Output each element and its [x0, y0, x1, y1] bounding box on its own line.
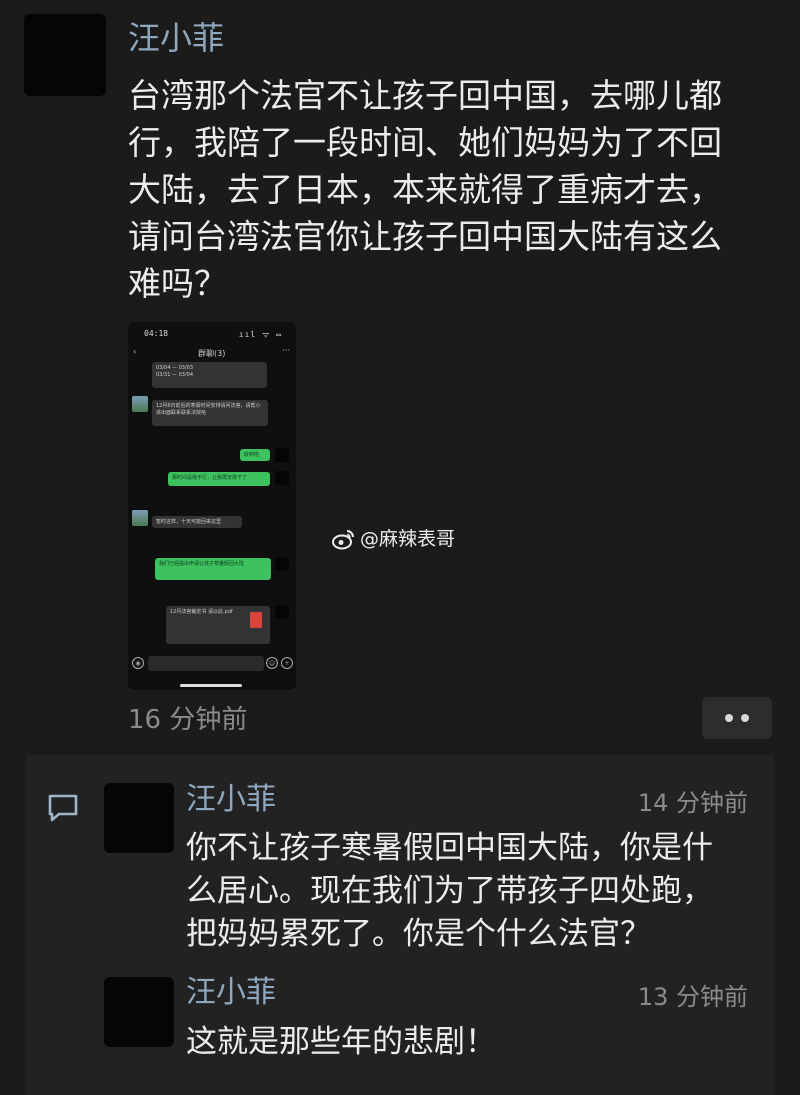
reply-avatar[interactable] [104, 783, 174, 853]
reply-line: 这就是那些年的悲剧！ [186, 1024, 496, 1060]
comment-bubble-icon [48, 794, 78, 822]
phone-status-bar: 04:18 ııl ᯤ ▭ [128, 322, 296, 344]
reply-author[interactable]: 汪小菲 [186, 973, 276, 1013]
chat-message: 我们已经提出申请让孩子寒暑假回大陆 [155, 558, 271, 580]
home-indicator [180, 684, 242, 687]
watermark: @麻辣表哥 [360, 528, 456, 550]
post-line: 大陆，去了日本，本来就得了重病才去， [128, 170, 722, 209]
post-line: 请问台湾法官你让孩子回中国大陆有这么 [128, 217, 722, 256]
chat-message: 12月6日前后的寒假时间安排请问法官，请帮小孩出面联系联系法院哈 [152, 400, 268, 426]
chat-title: 群聊(3) [198, 349, 226, 358]
attached-screenshot[interactable]: 04:18 ııl ᯤ ▭ ‹ 群聊(3) ··· 03/04 — 03/03 … [128, 322, 296, 690]
post-line: 难吗？ [128, 264, 227, 303]
plus-icon: + [281, 657, 293, 669]
back-icon: ‹ [133, 347, 137, 356]
reply-line: 把妈妈累死了。你是个什么法官？ [186, 916, 651, 952]
post-line: 台湾那个法官不让孩子回中国，去哪儿都 [128, 76, 722, 115]
emoji-icon: ☺ [266, 657, 278, 669]
reply-avatar[interactable] [104, 977, 174, 1047]
post-timestamp: 16 分钟前 [128, 705, 248, 735]
author-name[interactable]: 汪小菲 [128, 18, 224, 58]
phone-clock: 04:18 [144, 329, 169, 338]
contact-avatar [132, 510, 148, 526]
pdf-file-icon [250, 612, 262, 628]
chat-message: 03/04 — 03/03 03/31 — 03/04 [152, 362, 267, 388]
reply-line: 你不让孩子寒暑假回中国大陆，你是什 [186, 830, 713, 866]
more-dots-icon [741, 714, 749, 722]
voice-icon: ◉ [132, 657, 144, 669]
self-avatar [275, 557, 289, 571]
chat-title-bar: ‹ 群聊(3) ··· [128, 344, 296, 362]
reply-line: 么居心。现在我们为了带孩子四处跑， [186, 873, 713, 909]
author-avatar[interactable] [24, 14, 106, 96]
chat-more-icon: ··· [282, 346, 290, 355]
chat-timestamp: · [156, 394, 158, 399]
chat-message: 收到啦 [240, 449, 270, 461]
self-avatar [275, 471, 289, 485]
chat-message: 那时间是我不行，让我再安排下了 [168, 472, 270, 486]
reply-timestamp: 13 分钟前 [637, 983, 748, 1011]
self-avatar [275, 448, 289, 462]
reply-timestamp: 14 分钟前 [637, 789, 748, 817]
reply-author[interactable]: 汪小菲 [186, 780, 276, 820]
signal-icon: ııl ᯤ ▭ [238, 330, 282, 339]
more-button[interactable] [702, 697, 772, 739]
weibo-logo-icon [332, 530, 354, 550]
self-avatar [275, 605, 289, 619]
chat-input-bar: ◉ ☺ + [128, 654, 296, 674]
chat-input-field [148, 656, 264, 671]
post-line: 行，我陪了一段时间、她们妈妈为了不回 [128, 123, 722, 162]
more-dots-icon [725, 714, 733, 722]
contact-avatar [132, 396, 148, 412]
chat-message: 暂时这样，十天可能回来这里 [152, 516, 242, 528]
